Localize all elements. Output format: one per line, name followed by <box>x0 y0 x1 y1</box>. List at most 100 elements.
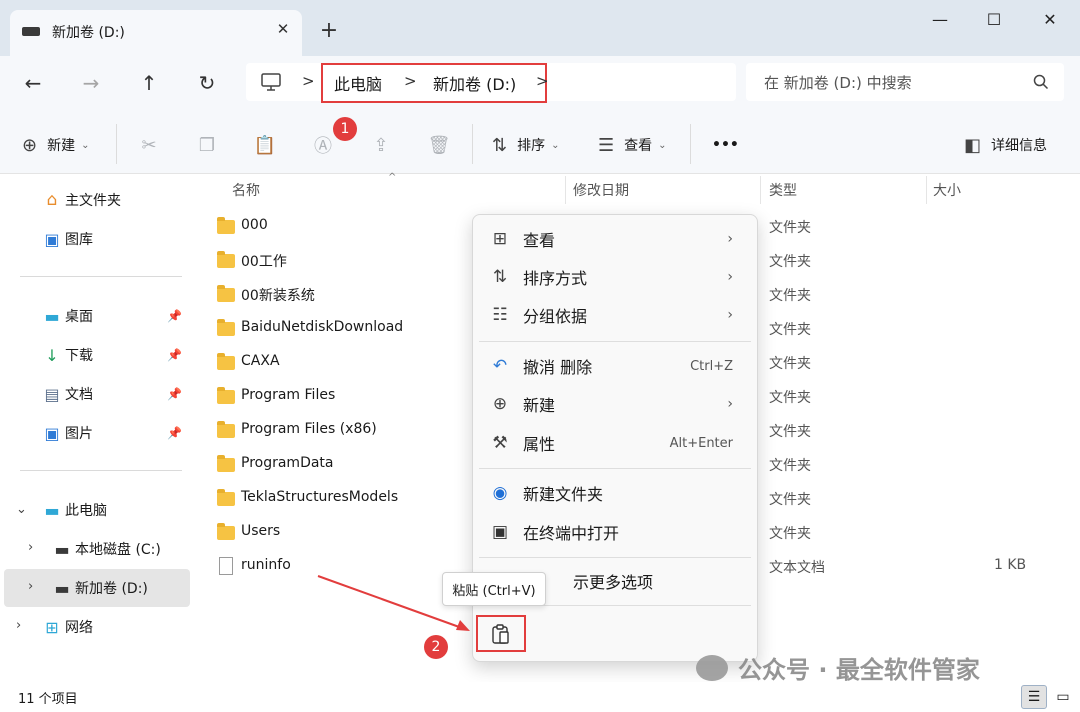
sidebar-item-label: 文档 <box>65 387 93 403</box>
folder-icon <box>217 523 235 540</box>
sidebar-item-network[interactable]: ⊞ 网络 <box>4 608 190 646</box>
drive-icon: ▬ <box>54 539 70 559</box>
breadcrumb-new-volume-d[interactable]: 新加卷 (D:) <box>433 71 516 95</box>
details-pane-button[interactable]: ◧ 详细信息 <box>964 130 1047 160</box>
file-name: CAXA <box>241 353 280 369</box>
new-label: 新建 <box>47 138 76 154</box>
sidebar-item-documents[interactable]: ▤ 文档 📌 <box>4 375 190 413</box>
sidebar-item-label: 网络 <box>65 620 93 636</box>
sidebar-item-local-disk-c[interactable]: ▬ 本地磁盘 (C:) <box>4 530 190 568</box>
maximize-button[interactable]: ☐ <box>966 2 1022 36</box>
cut-icon[interactable]: ✂ <box>134 130 164 160</box>
menu-item-open-in-terminal[interactable]: ▣ 在终端中打开 <box>479 513 751 551</box>
paste-icon[interactable]: 📋 <box>250 130 280 160</box>
toolbar-divider <box>472 124 473 164</box>
forward-button[interactable]: → <box>74 66 108 100</box>
back-button[interactable]: ← <box>16 66 50 100</box>
tab-new-volume-d[interactable]: 新加卷 (D:) ✕ <box>10 10 302 56</box>
menu-item-label: 分组依据 <box>523 307 588 326</box>
toolbar-divider <box>690 124 691 164</box>
sidebar-item-label: 新加卷 (D:) <box>75 581 148 597</box>
column-divider[interactable] <box>760 176 761 204</box>
sidebar-item-home[interactable]: ⌂ 主文件夹 <box>4 181 190 219</box>
sidebar-item-gallery[interactable]: ▣ 图库 <box>4 220 190 258</box>
column-header-name[interactable]: 名称 <box>232 180 260 200</box>
column-header-modified[interactable]: 修改日期 <box>573 180 629 200</box>
new-tab-button[interactable]: + <box>316 17 342 43</box>
paste-button[interactable] <box>476 615 526 652</box>
file-size: 1 KB <box>994 557 1027 573</box>
file-type: 文件夹 <box>769 424 811 440</box>
sort-button[interactable]: ⇅ 排序 ⌄ <box>492 130 559 160</box>
details-view-icon[interactable]: ☰ <box>1021 685 1047 709</box>
view-button[interactable]: ☰ 查看 ⌄ <box>598 130 667 160</box>
sidebar-item-label: 图库 <box>65 232 93 248</box>
new-button[interactable]: ⊕ 新建 ⌄ <box>22 130 89 160</box>
more-button[interactable]: ••• <box>712 130 739 160</box>
navigation-bar: ← → ↑ ↻ > 此电脑 > 新加卷 (D:) > 在 新加卷 (D:) 中搜… <box>0 56 1080 114</box>
status-bar: 11 个项目 ☰ ▭ <box>0 682 1080 712</box>
search-box[interactable]: 在 新加卷 (D:) 中搜索 <box>746 63 1064 101</box>
menu-item-view[interactable]: ⊞ 查看 › <box>479 220 751 258</box>
file-name: 00工作 <box>241 254 287 270</box>
close-window-button[interactable]: ✕ <box>1022 2 1078 36</box>
tiles-view-icon[interactable]: ▭ <box>1050 685 1076 709</box>
column-header-type[interactable]: 类型 <box>769 180 797 200</box>
toolbar-divider <box>116 124 117 164</box>
sidebar-item-label: 桌面 <box>65 309 93 325</box>
title-bar: 新加卷 (D:) ✕ + — ☐ ✕ <box>0 0 1080 56</box>
watermark: 公众号 · 最全软件管家 <box>696 650 980 685</box>
network-icon: ⊞ <box>45 617 59 637</box>
pin-icon[interactable]: 📌 <box>167 309 182 323</box>
share-icon[interactable]: ⇪ <box>366 130 396 160</box>
sidebar-item-label: 此电脑 <box>65 503 107 519</box>
sidebar-divider <box>20 276 182 277</box>
chevron-right-icon[interactable]: › <box>28 579 33 594</box>
menu-item-group-by[interactable]: ☷ 分组依据 › <box>479 296 751 334</box>
wechat-icon <box>696 654 728 681</box>
delete-icon[interactable]: 🗑 <box>424 130 454 160</box>
shortcut-label: Ctrl+Z <box>690 358 733 374</box>
sidebar-item-desktop[interactable]: ▬ 桌面 📌 <box>4 297 190 335</box>
pin-icon[interactable]: 📌 <box>167 426 182 440</box>
copy-icon[interactable]: ❐ <box>192 130 222 160</box>
plus-circle-icon: ⊕ <box>492 394 508 414</box>
folder-icon <box>217 489 235 506</box>
group-icon: ☷ <box>492 305 508 325</box>
breadcrumb-this-pc[interactable]: 此电脑 <box>334 71 382 95</box>
menu-divider <box>479 468 751 469</box>
menu-item-label: 查看 <box>523 231 556 250</box>
file-name: 00新装系统 <box>241 288 315 304</box>
menu-item-new-folder[interactable]: ◉ 新建文件夹 <box>479 474 751 512</box>
minimize-button[interactable]: — <box>912 2 968 36</box>
pin-icon[interactable]: 📌 <box>167 348 182 362</box>
menu-item-new[interactable]: ⊕ 新建 › <box>479 385 751 423</box>
sidebar-item-downloads[interactable]: ↓ 下载 📌 <box>4 336 190 374</box>
search-input[interactable]: 在 新加卷 (D:) 中搜索 <box>764 72 912 93</box>
menu-item-undo-delete[interactable]: ↶ 撤消 删除 Ctrl+Z <box>479 347 751 385</box>
sidebar-item-pictures[interactable]: ▣ 图片 📌 <box>4 414 190 452</box>
breadcrumb-separator: > <box>302 72 315 90</box>
chevron-right-icon: › <box>727 231 733 247</box>
refresh-button[interactable]: ↻ <box>190 66 224 100</box>
tab-close-icon[interactable]: ✕ <box>272 18 294 40</box>
up-button[interactable]: ↑ <box>132 66 166 100</box>
new-folder-icon: ◉ <box>492 483 508 503</box>
address-bar[interactable]: > 此电脑 > 新加卷 (D:) > <box>246 63 736 103</box>
menu-item-label: 在终端中打开 <box>523 524 620 543</box>
menu-item-properties[interactable]: ⚒ 属性 Alt+Enter <box>479 424 751 462</box>
details-pane-icon: ◧ <box>964 134 982 156</box>
folder-icon <box>217 319 235 336</box>
column-divider[interactable] <box>565 176 566 204</box>
breadcrumb-separator[interactable]: > <box>536 72 549 90</box>
menu-item-sort-by[interactable]: ⇅ 排序方式 › <box>479 258 751 296</box>
column-divider[interactable] <box>926 176 927 204</box>
column-header-size[interactable]: 大小 <box>933 180 961 200</box>
file-type: 文件夹 <box>769 288 811 304</box>
sidebar-item-this-pc[interactable]: ▬ 此电脑 <box>4 491 190 529</box>
pin-icon[interactable]: 📌 <box>167 387 182 401</box>
file-type: 文件夹 <box>769 254 811 270</box>
details-label: 详细信息 <box>991 138 1048 154</box>
terminal-icon: ▣ <box>491 522 509 542</box>
item-count: 11 个项目 <box>18 692 78 707</box>
